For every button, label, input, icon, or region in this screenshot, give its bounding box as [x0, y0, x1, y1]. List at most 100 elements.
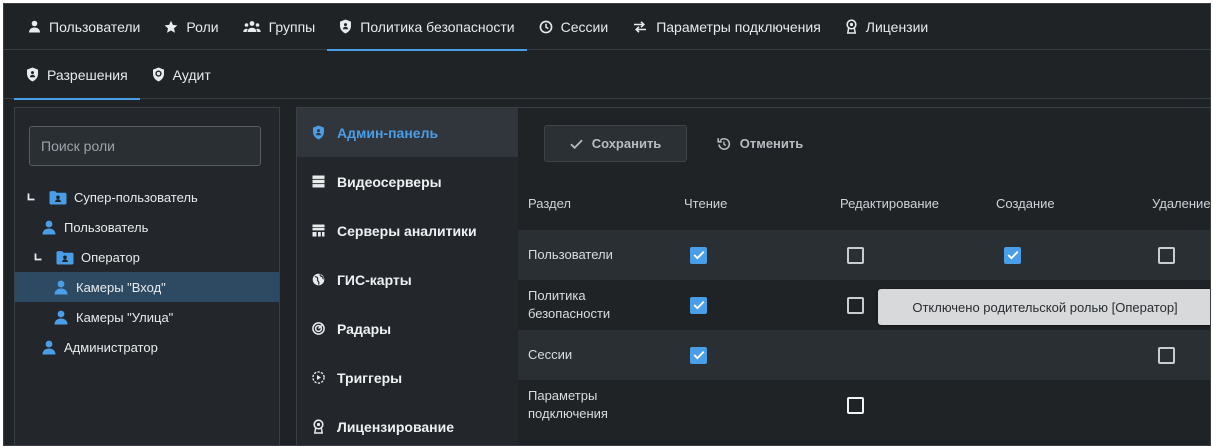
tab-users[interactable]: Пользователи: [16, 4, 152, 50]
connection-icon: [632, 20, 648, 34]
disabled-tooltip: Отключено родительской ролью [Оператор]: [878, 289, 1210, 325]
tab-label: Сессии: [560, 18, 609, 35]
section-label: Админ-панель: [337, 124, 439, 141]
collapse-icon[interactable]: [27, 193, 35, 201]
license-icon: [845, 19, 858, 34]
section-label: Видеосерверы: [337, 173, 442, 190]
tree-node-label: Камеры "Вход": [76, 279, 166, 295]
toolbar: Сохранить Отменить: [518, 108, 1210, 178]
tab-licenses[interactable]: Лицензии: [833, 4, 940, 50]
tab-roles[interactable]: Роли: [152, 4, 230, 50]
row-section-name: Сессии: [528, 347, 573, 362]
column-header-delete: Удаление: [1152, 196, 1211, 211]
tree-node-superuser[interactable]: Супер-пользователь: [15, 182, 279, 212]
server-icon: [311, 175, 325, 188]
edit-checkbox[interactable]: [847, 296, 864, 314]
permissions-panel: Сохранить Отменить Раздел Чтение Редакти…: [518, 107, 1211, 445]
tree-node-cameras-entrance[interactable]: Камеры "Вход": [15, 272, 279, 302]
star-icon: [164, 20, 178, 34]
save-label: Сохранить: [591, 136, 662, 151]
section-label: ГИС-карты: [337, 271, 412, 288]
app-window: Пользователи Роли Группы Политика безопа…: [3, 3, 1211, 446]
table-header: Раздел Чтение Редактирование Создание Уд…: [518, 178, 1211, 230]
collapse-icon[interactable]: [34, 253, 42, 261]
table-row: Сессии: [518, 330, 1210, 380]
section-label: Серверы аналитики: [337, 222, 477, 239]
tree-node-administrator[interactable]: Администратор: [15, 332, 279, 362]
cancel-button[interactable]: Отменить: [698, 125, 822, 162]
section-analytics-servers[interactable]: Серверы аналитики: [297, 206, 518, 255]
tree-node-operator[interactable]: Оператор: [15, 242, 279, 272]
tab-label: Разрешения: [47, 66, 128, 83]
admin-shield-icon: [311, 125, 325, 140]
create-checkbox[interactable]: [1004, 246, 1021, 264]
read-checkbox[interactable]: [690, 246, 707, 264]
cancel-label: Отменить: [739, 136, 804, 151]
tab-label: Группы: [268, 18, 316, 35]
row-section-name: Пользователи: [528, 247, 613, 262]
person-icon: [28, 20, 41, 33]
table-row: Параметры подключения: [518, 380, 1210, 430]
column-header-read: Чтение: [684, 196, 728, 211]
section-admin-panel[interactable]: Админ-панель: [297, 108, 518, 157]
lock-shield-icon: [26, 67, 39, 82]
tab-label: Лицензии: [865, 18, 929, 35]
folder-user-icon: [56, 250, 74, 265]
section-label: Лицензирование: [337, 418, 455, 435]
clock-icon: [539, 20, 553, 34]
table-row: Пользователи: [518, 230, 1210, 280]
tree-node-label: Пользователь: [64, 219, 149, 235]
read-checkbox[interactable]: [690, 296, 707, 314]
tab-groups[interactable]: Группы: [231, 4, 328, 50]
tab-label: Пользователи: [49, 18, 141, 35]
tree-node-label: Камеры "Улица": [76, 309, 174, 325]
tree-node-label: Супер-пользователь: [74, 189, 198, 205]
sub-navigation: Разрешения Аудит: [4, 51, 1210, 100]
tab-label: Политика безопасности: [360, 18, 515, 35]
tab-security-policy[interactable]: Политика безопасности: [327, 4, 528, 51]
tree-node-label: Оператор: [81, 249, 140, 265]
license-icon: [311, 419, 325, 434]
globe-icon: [311, 273, 325, 286]
tab-permissions[interactable]: Разрешения: [14, 51, 140, 100]
tab-label: Роли: [186, 18, 219, 35]
user-icon: [53, 310, 69, 325]
delete-checkbox[interactable]: [1158, 246, 1175, 264]
read-checkbox[interactable]: [690, 346, 707, 364]
user-icon: [41, 340, 57, 355]
tree-node-user[interactable]: Пользователь: [15, 212, 279, 242]
column-header-edit: Редактирование: [840, 196, 940, 211]
role-search-input[interactable]: [29, 126, 261, 166]
section-video-servers[interactable]: Видеосерверы: [297, 157, 518, 206]
top-navigation: Пользователи Роли Группы Политика безопа…: [4, 4, 1210, 51]
role-tree: Супер-пользователь Пользователь Оператор: [15, 182, 279, 362]
trigger-icon: [311, 371, 325, 384]
section-radars[interactable]: Радары: [297, 304, 518, 353]
save-button[interactable]: Сохранить: [544, 125, 687, 162]
edit-checkbox[interactable]: [847, 396, 864, 414]
user-icon: [41, 220, 57, 235]
section-label: Триггеры: [337, 369, 403, 386]
section-label: Радары: [337, 320, 392, 337]
audit-icon: [152, 67, 165, 82]
section-licensing[interactable]: Лицензирование: [297, 402, 518, 445]
tree-node-cameras-street[interactable]: Камеры "Улица": [15, 302, 279, 332]
edit-checkbox[interactable]: [847, 246, 864, 264]
row-section-name: Политика безопасности: [528, 288, 611, 321]
roles-panel: Супер-пользователь Пользователь Оператор: [14, 107, 280, 445]
column-header-section: Раздел: [528, 196, 571, 211]
tree-node-label: Администратор: [64, 339, 158, 355]
tab-sessions[interactable]: Сессии: [527, 4, 621, 50]
tab-connection-settings[interactable]: Параметры подключения: [620, 4, 833, 50]
sections-menu: Админ-панель Видеосерверы Серверы аналит…: [296, 107, 518, 445]
row-section-name: Параметры подключения: [528, 388, 608, 421]
radar-icon: [311, 322, 325, 335]
column-header-create: Создание: [996, 196, 1055, 211]
folder-user-icon: [49, 190, 67, 205]
section-gis-maps[interactable]: ГИС-карты: [297, 255, 518, 304]
tab-audit[interactable]: Аудит: [140, 51, 223, 99]
delete-checkbox[interactable]: [1158, 346, 1175, 364]
shield-icon: [339, 19, 352, 34]
analytics-server-icon: [311, 224, 325, 237]
section-triggers[interactable]: Триггеры: [297, 353, 518, 402]
